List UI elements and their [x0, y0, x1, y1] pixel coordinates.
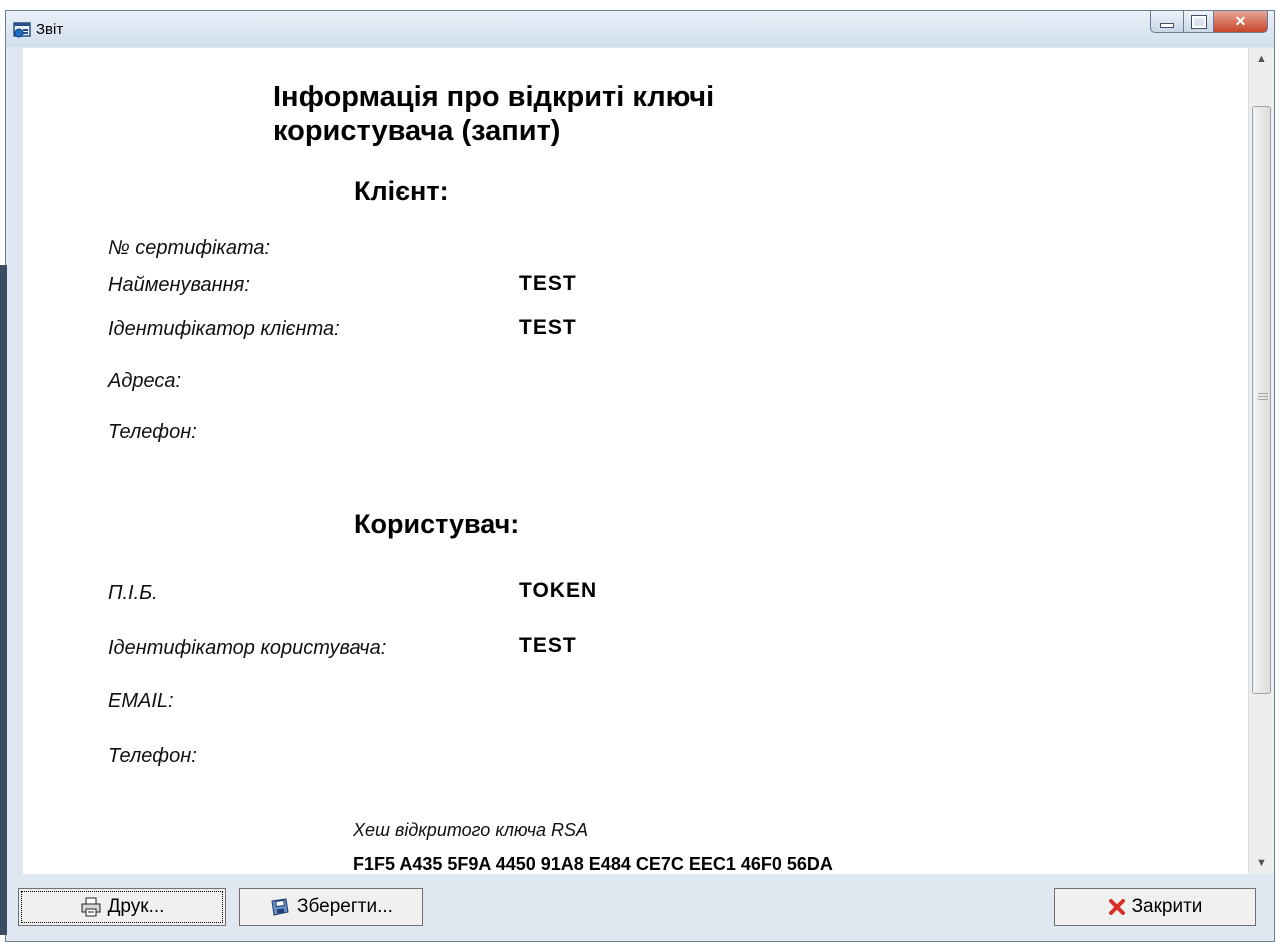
save-button[interactable]: Зберегти... — [239, 888, 423, 926]
close-x-icon: ✕ — [1234, 13, 1247, 29]
client-label-phone: Телефон: — [108, 421, 197, 443]
user-heading: Користувач: — [354, 509, 520, 539]
user-label-phone: Телефон: — [108, 745, 197, 767]
hash-value: F1F5 A435 5F9A 4450 91A8 E484 CE7C EEC1 … — [353, 854, 833, 874]
window-title: Звіт — [36, 21, 64, 38]
left-edge-shadow — [0, 265, 7, 935]
printer-icon — [80, 897, 102, 917]
scroll-thumb[interactable]: ― ― ― — [1252, 106, 1271, 694]
close-button[interactable]: Закрити — [1054, 888, 1256, 926]
maximize-button[interactable] — [1184, 11, 1214, 33]
user-label-id: Ідентифікатор користувача: — [108, 637, 387, 659]
report-app-icon — [12, 20, 32, 40]
hash-label: Хеш відкритого ключа RSA — [353, 820, 589, 840]
scroll-grip-icon: ― ― ― — [1258, 388, 1268, 405]
minimize-button[interactable] — [1150, 11, 1184, 33]
report-title: Інформація про відкриті ключі користувач… — [273, 80, 873, 148]
client-heading: Клієнт: — [354, 176, 449, 206]
vertical-scrollbar[interactable]: ▲ ― ― ― ▼ — [1248, 48, 1274, 874]
scroll-down-arrow-icon[interactable]: ▼ — [1249, 852, 1274, 874]
close-button-label: Закрити — [1131, 896, 1203, 917]
user-label-fullname: П.І.Б. — [108, 582, 158, 604]
save-button-label: Зберегти... — [297, 896, 393, 917]
client-label-name: Найменування: — [108, 274, 250, 296]
client-value-id: TEST — [519, 316, 577, 339]
client-label-certificate: № сертифіката: — [108, 237, 271, 259]
report-title-line-1: Інформація про відкриті ключі — [273, 81, 715, 113]
minimize-icon — [1160, 23, 1174, 28]
window-controls: ✕ — [1150, 11, 1268, 33]
report-content[interactable]: Інформація про відкриті ключі користувач… — [23, 48, 1248, 874]
user-value-fullname: TOKEN — [519, 579, 598, 602]
scroll-up-arrow-icon[interactable]: ▲ — [1249, 48, 1274, 70]
report-title-line-2: користувача (запит) — [273, 115, 561, 147]
button-bar: Друк... Зберегти... Закрити — [6, 875, 1274, 941]
client-label-id: Ідентифікатор клієнта: — [108, 318, 340, 340]
client-value-name: TEST — [519, 272, 577, 295]
print-button-label: Друк... — [107, 896, 165, 917]
user-value-id: TEST — [519, 634, 577, 657]
print-button[interactable]: Друк... — [18, 888, 226, 926]
user-label-email: EMAIL: — [108, 690, 174, 712]
window-close-button[interactable]: ✕ — [1214, 11, 1268, 33]
close-red-x-icon — [1108, 898, 1126, 916]
save-disk-icon — [269, 897, 291, 917]
report-window: Звіт ✕ Інформація про відкриті ключі кор… — [5, 10, 1275, 942]
maximize-icon — [1190, 14, 1207, 29]
title-bar[interactable]: Звіт ✕ — [6, 11, 1274, 47]
client-label-address: Адреса: — [108, 370, 182, 392]
